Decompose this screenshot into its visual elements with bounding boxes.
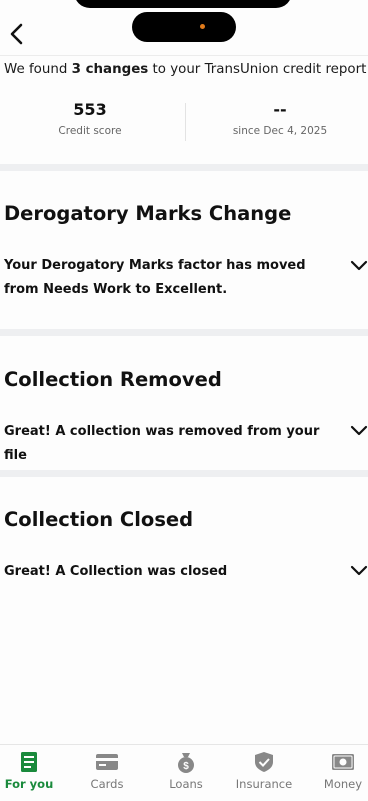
- shield-check-icon: [255, 752, 273, 772]
- section-body-collection-removed[interactable]: Great! A collection was removed from you…: [4, 420, 334, 468]
- chevron-down-icon[interactable]: [350, 562, 368, 580]
- summary-prefix: We found: [4, 62, 72, 77]
- section-body-derogatory-marks[interactable]: Your Derogatory Marks factor has moved f…: [4, 254, 334, 302]
- score-stats: 553 Credit score -- since Dec 4, 2025: [0, 100, 368, 148]
- summary-changes-count: 3 changes: [71, 62, 149, 77]
- score-change-stat: -- since Dec 4, 2025: [190, 100, 368, 137]
- device-notch: [74, 0, 292, 8]
- nav-tab-insurance[interactable]: Insurance: [227, 745, 301, 801]
- nav-tab-loans[interactable]: $ Loans: [149, 745, 223, 801]
- chevron-down-icon[interactable]: [350, 422, 368, 440]
- stats-divider: [185, 103, 186, 141]
- back-button[interactable]: [4, 20, 28, 48]
- score-change-label: since Dec 4, 2025: [232, 125, 328, 137]
- nav-label-money: Money: [323, 777, 363, 791]
- section-body-collection-closed[interactable]: Great! A Collection was closed: [4, 560, 334, 584]
- section-divider: [0, 329, 368, 336]
- changes-summary: We found 3 changes to your TransUnion cr…: [4, 62, 366, 77]
- credit-score-label: Credit score: [58, 125, 122, 137]
- nav-label-for-you: For you: [4, 777, 54, 791]
- header-divider: [0, 55, 368, 56]
- summary-suffix: to your TransUnion credit report: [148, 62, 367, 77]
- chevron-left-icon: [10, 23, 23, 45]
- nav-tab-cards[interactable]: Cards: [70, 745, 144, 801]
- section-title-derogatory-marks: Derogatory Marks Change: [4, 202, 292, 225]
- score-change-value: --: [273, 100, 287, 119]
- dynamic-island: [132, 12, 236, 42]
- section-title-collection-closed: Collection Closed: [4, 508, 194, 531]
- camera-indicator: [200, 24, 205, 29]
- cash-icon: [332, 754, 354, 770]
- nav-label-loans: Loans: [169, 777, 203, 791]
- credit-card-icon: [96, 754, 118, 770]
- nav-tab-for-you[interactable]: For you: [0, 745, 66, 801]
- section-divider: [0, 470, 368, 477]
- bottom-nav: For you Cards $ Loans Insurance Money: [0, 744, 368, 801]
- section-divider: [0, 164, 368, 171]
- chevron-down-icon[interactable]: [350, 257, 368, 275]
- document-icon: [21, 752, 37, 772]
- money-bag-icon: $: [178, 753, 194, 773]
- nav-label-insurance: Insurance: [235, 777, 293, 791]
- credit-score-stat: 553 Credit score: [0, 100, 180, 137]
- credit-score-value: 553: [73, 100, 107, 119]
- section-title-collection-removed: Collection Removed: [4, 368, 222, 391]
- nav-tab-money[interactable]: Money: [306, 745, 368, 801]
- nav-label-cards: Cards: [90, 777, 124, 791]
- svg-text:$: $: [183, 761, 189, 772]
